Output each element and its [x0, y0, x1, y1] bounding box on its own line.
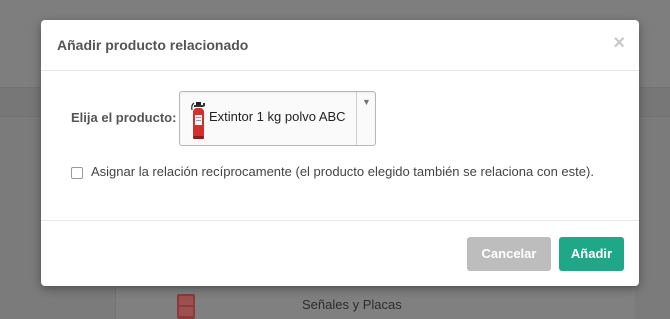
dialog-header: Añadir producto relacionado × — [41, 20, 639, 71]
related-product-dialog: Añadir producto relacionado × Elija el p… — [41, 20, 639, 286]
close-icon[interactable]: × — [613, 33, 625, 53]
product-select[interactable]: Extintor 1 kg polvo ABC ▼ — [179, 91, 376, 146]
cancel-button[interactable]: Cancelar — [467, 237, 551, 271]
selected-product-name: Extintor 1 kg polvo ABC — [209, 109, 346, 124]
reciprocal-checkbox-label[interactable]: Asignar la relación recíprocamente (el p… — [91, 164, 594, 179]
product-field-label: Elija el producto: — [71, 110, 177, 125]
reciprocal-checkbox[interactable] — [71, 167, 83, 179]
background-row-label: Señales y Placas — [302, 297, 402, 312]
signs-product-icon — [177, 294, 195, 319]
dialog-body: Elija el producto: Extintor 1 kg polvo A… — [41, 71, 639, 221]
select-divider — [356, 92, 357, 145]
dialog-footer: Cancelar Añadir — [41, 221, 639, 285]
chevron-down-icon[interactable]: ▼ — [362, 97, 371, 107]
add-button[interactable]: Añadir — [559, 237, 624, 271]
fire-extinguisher-icon — [191, 102, 205, 139]
dialog-title: Añadir producto relacionado — [57, 37, 249, 53]
